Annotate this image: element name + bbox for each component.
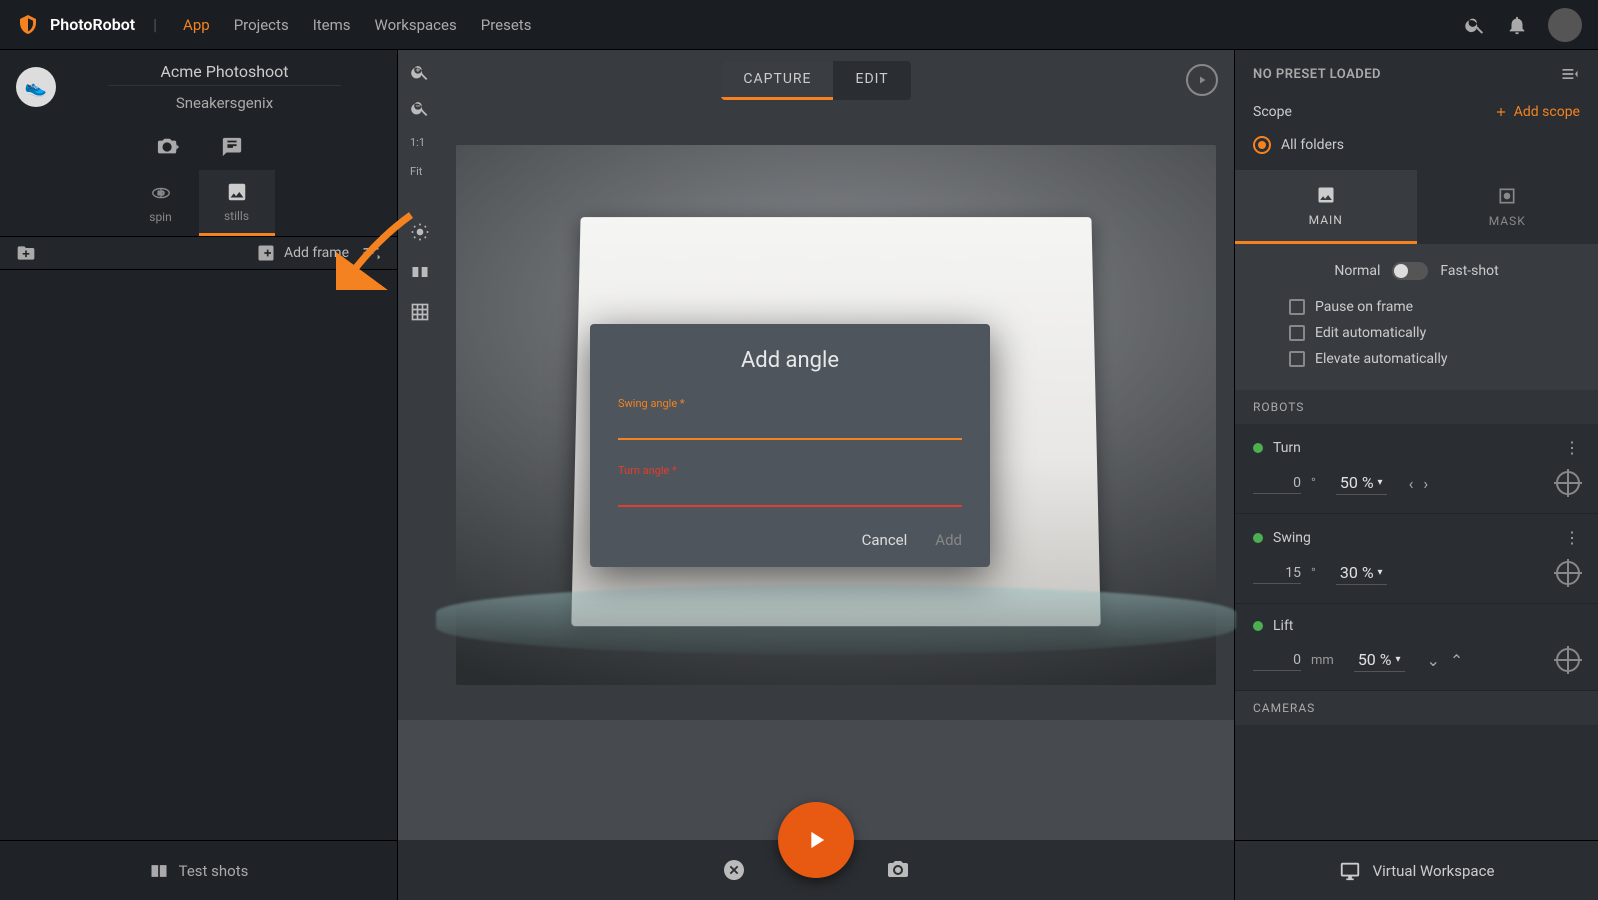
- add-frame-label: Add frame: [284, 245, 349, 261]
- logo[interactable]: PhotoRobot | App: [16, 13, 210, 37]
- target-icon[interactable]: [1556, 471, 1580, 495]
- sort-icon[interactable]: [361, 243, 381, 263]
- capture-edit-tabs: CAPTURE EDIT: [721, 61, 910, 100]
- zoom-1to1[interactable]: 1:1: [406, 134, 434, 151]
- robot-menu-icon[interactable]: ⋮: [1564, 528, 1580, 547]
- swing-value[interactable]: 15: [1253, 563, 1301, 584]
- grid-tool[interactable]: [406, 298, 434, 326]
- left-sidebar: 👟 Acme Photoshoot Sneakersgenix 3D spin …: [0, 50, 398, 900]
- scope-label: Scope: [1253, 104, 1292, 120]
- big-play-button[interactable]: [778, 802, 854, 878]
- mode-fast: Fast-shot: [1440, 263, 1498, 279]
- nav-presets[interactable]: Presets: [481, 16, 532, 34]
- turn-value[interactable]: 0: [1253, 473, 1301, 494]
- status-dot: [1253, 443, 1263, 453]
- virtual-workspace-button[interactable]: Virtual Workspace: [1235, 840, 1598, 900]
- tab-main[interactable]: MAIN: [1235, 170, 1417, 244]
- cancel-circle-icon[interactable]: [722, 858, 746, 882]
- collapse-icon[interactable]: [1560, 64, 1580, 84]
- target-icon[interactable]: [1556, 648, 1580, 672]
- top-right: [1464, 8, 1582, 42]
- avatar[interactable]: [1548, 8, 1582, 42]
- turn-speed[interactable]: 50 % ▾: [1336, 471, 1387, 495]
- item-name: Sneakersgenix: [68, 94, 381, 112]
- nav-projects[interactable]: Projects: [234, 16, 289, 34]
- check-pause[interactable]: [1289, 299, 1305, 315]
- camera-icon[interactable]: [886, 858, 910, 882]
- robot-lift: Lift 0 mm 50 % ▾ ⌄ ⌃: [1235, 604, 1598, 691]
- chevron-down-icon[interactable]: ⌄: [1427, 651, 1440, 670]
- mode-tab-spin[interactable]: 3D spin: [123, 170, 199, 236]
- robot-menu-icon[interactable]: ⋮: [1564, 438, 1580, 457]
- turn-angle-input[interactable]: [618, 477, 962, 507]
- nav-items[interactable]: Items: [313, 16, 351, 34]
- brand-icon: [16, 13, 40, 37]
- add-angle-modal: Add angle Swing angle * Turn angle * Can…: [590, 324, 990, 567]
- nav-links: Projects Items Workspaces Presets: [234, 16, 532, 34]
- separator: |: [153, 15, 157, 34]
- add-folder-icon[interactable]: [16, 243, 36, 263]
- radio-all-folders-label: All folders: [1281, 137, 1344, 153]
- chevron-up-icon[interactable]: ⌃: [1450, 651, 1463, 670]
- mode-normal: Normal: [1334, 263, 1380, 279]
- preset-status: NO PRESET LOADED: [1253, 67, 1381, 82]
- check-elevate-auto[interactable]: [1289, 351, 1305, 367]
- edit-tab[interactable]: EDIT: [833, 61, 910, 100]
- image-icon: [226, 181, 248, 203]
- add-image-icon: [256, 243, 276, 263]
- section-robots: ROBOTS: [1235, 390, 1598, 424]
- play-outline-button[interactable]: [1186, 64, 1218, 96]
- brightness-tool[interactable]: [406, 218, 434, 246]
- top-bar: PhotoRobot | App Projects Items Workspac…: [0, 0, 1598, 50]
- zoom-fit[interactable]: Fit: [406, 163, 434, 180]
- add-frame-button[interactable]: Add frame: [256, 243, 349, 263]
- check-edit-auto[interactable]: [1289, 325, 1305, 341]
- shot-mode-toggle[interactable]: [1392, 262, 1428, 280]
- radio-all-folders[interactable]: [1253, 136, 1271, 154]
- modal-title: Add angle: [618, 348, 962, 373]
- zoom-out-button[interactable]: [406, 94, 434, 122]
- bell-icon[interactable]: [1506, 14, 1528, 36]
- comment-icon[interactable]: [221, 136, 243, 158]
- mode-tab-stills[interactable]: stills: [199, 170, 275, 236]
- status-dot: [1253, 621, 1263, 631]
- chevron-right-icon[interactable]: ›: [1423, 474, 1428, 493]
- turn-angle-label: Turn angle *: [618, 464, 962, 477]
- swing-angle-label: Swing angle *: [618, 397, 962, 410]
- modal-add-button[interactable]: Add: [935, 531, 962, 549]
- section-cameras: CAMERAS: [1235, 691, 1598, 725]
- capture-tab[interactable]: CAPTURE: [721, 61, 833, 100]
- compare-tool[interactable]: [406, 258, 434, 286]
- swing-angle-input[interactable]: [618, 410, 962, 440]
- search-icon[interactable]: [1464, 14, 1486, 36]
- robot-turn: Turn ⋮ 0 ° 50 % ▾ ‹ ›: [1235, 424, 1598, 514]
- tab-mask[interactable]: MASK: [1417, 170, 1598, 244]
- zoom-in-button[interactable]: [406, 58, 434, 86]
- robot-swing: Swing ⋮ 15 ° 30 % ▾: [1235, 514, 1598, 604]
- camera-dropdown-icon[interactable]: [155, 136, 181, 158]
- project-title: Acme Photoshoot: [68, 62, 381, 81]
- nav-workspaces[interactable]: Workspaces: [375, 16, 457, 34]
- swing-speed[interactable]: 30 % ▾: [1336, 561, 1387, 585]
- lift-speed[interactable]: 50 % ▾: [1354, 648, 1405, 672]
- compare-icon: [149, 861, 169, 881]
- spin-icon: 3D: [150, 182, 172, 204]
- status-dot: [1253, 533, 1263, 543]
- svg-text:3D: 3D: [157, 191, 164, 197]
- add-scope-button[interactable]: Add scope: [1494, 104, 1580, 120]
- project-avatar[interactable]: 👟: [16, 67, 56, 107]
- app-label: App: [183, 16, 210, 34]
- modal-cancel-button[interactable]: Cancel: [862, 531, 908, 549]
- right-panel: NO PRESET LOADED Scope Add scope All fol…: [1234, 50, 1598, 900]
- test-shots-button[interactable]: Test shots: [0, 840, 397, 900]
- chevron-left-icon[interactable]: ‹: [1409, 474, 1414, 493]
- lift-value[interactable]: 0: [1253, 650, 1301, 671]
- target-icon[interactable]: [1556, 561, 1580, 585]
- monitor-icon: [1339, 860, 1361, 882]
- brand-name: PhotoRobot: [50, 15, 135, 34]
